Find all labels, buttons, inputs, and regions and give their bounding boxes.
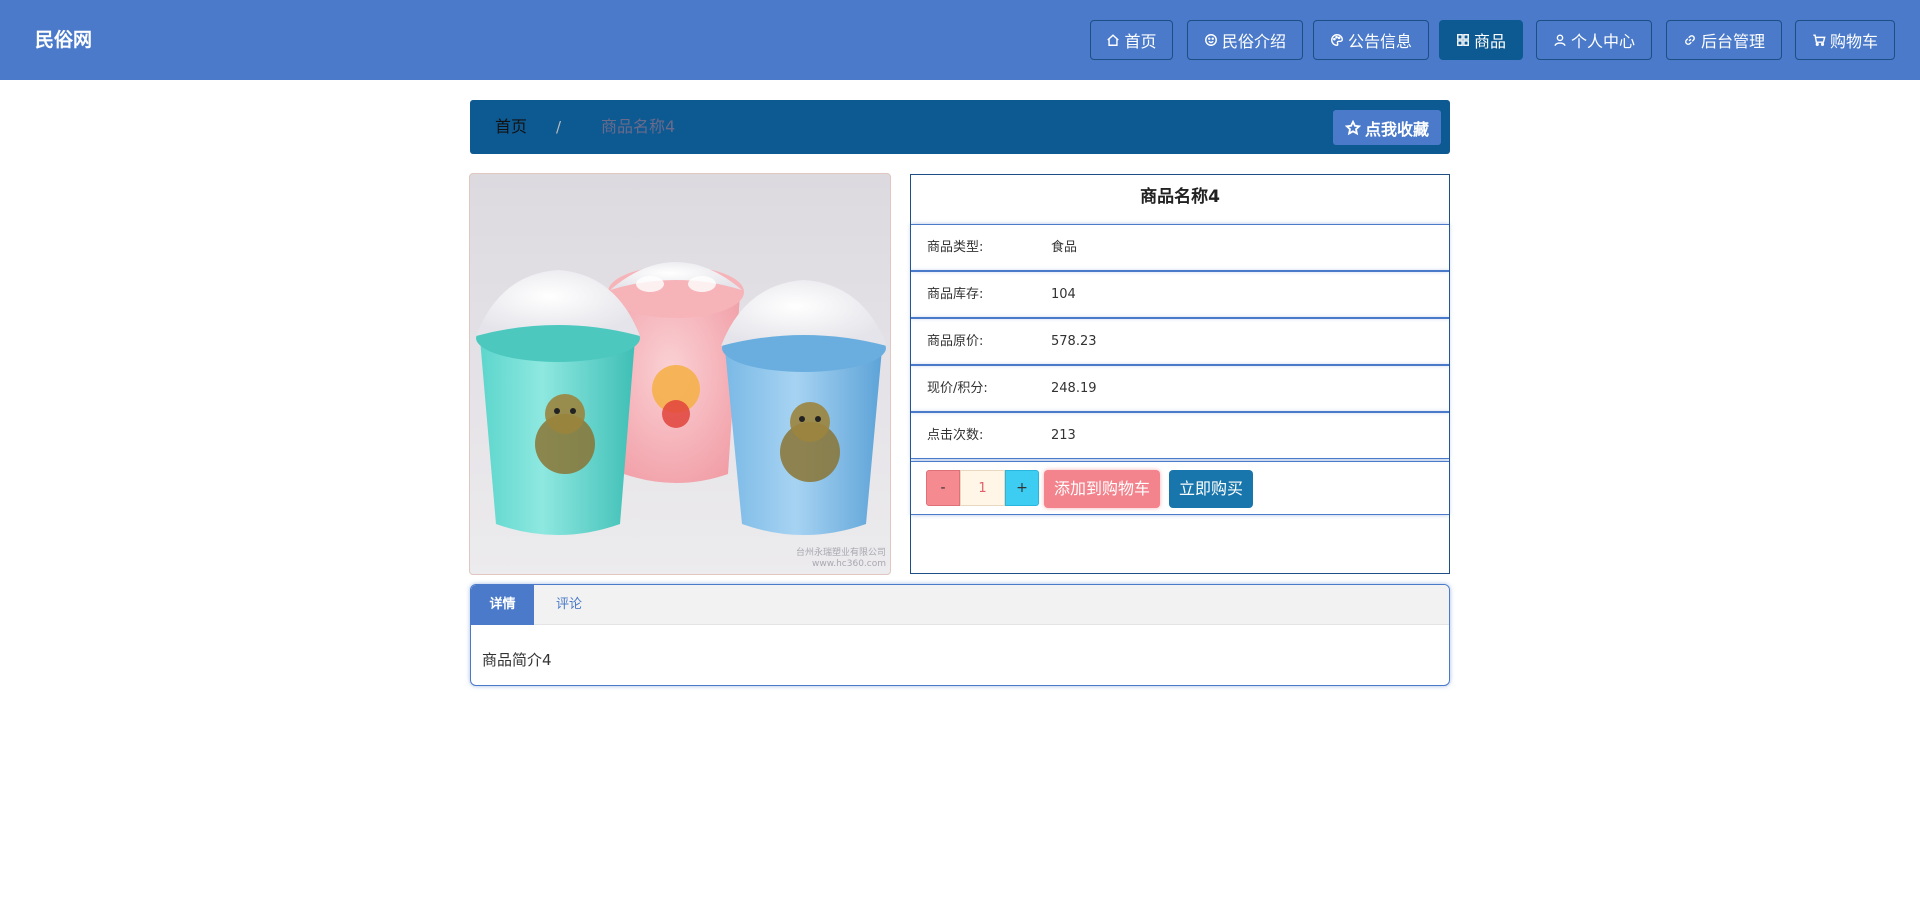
favorite-button-label: 点我收藏 bbox=[1364, 119, 1429, 139]
nav-admin-label: 后台管理 bbox=[1700, 32, 1765, 51]
site-brand[interactable]: 民俗网 bbox=[35, 0, 92, 80]
purchase-actions: - + 添加到购物车 立即购买 bbox=[911, 461, 1449, 515]
info-row-original-price: 商品原价: 578.23 bbox=[911, 318, 1449, 365]
info-row-current-price: 现价/积分: 248.19 bbox=[911, 365, 1449, 412]
info-row-clicks: 点击次数: 213 bbox=[911, 412, 1449, 459]
breadcrumb: 首页 / 商品名称4 点我收藏 bbox=[470, 100, 1450, 154]
cart-icon bbox=[1813, 34, 1826, 46]
grid-icon bbox=[1457, 34, 1469, 46]
nav-folk-intro-button[interactable]: 民俗介绍 bbox=[1187, 20, 1303, 60]
user-icon bbox=[1554, 34, 1566, 46]
nav-folk-intro-label: 民俗介绍 bbox=[1221, 32, 1286, 51]
info-value-type: 食品 bbox=[1051, 240, 1078, 255]
info-label-stock: 商品库存: bbox=[927, 287, 984, 302]
tab-header: 详情 评论 bbox=[471, 585, 1449, 625]
info-row-type: 商品类型: 食品 bbox=[911, 224, 1449, 271]
nav-announcements-label: 公告信息 bbox=[1347, 32, 1412, 51]
buy-now-button[interactable]: 立即购买 bbox=[1169, 470, 1253, 508]
star-icon bbox=[1344, 119, 1361, 135]
nav-personal-center-button[interactable]: 个人中心 bbox=[1536, 20, 1652, 60]
nav-home-label: 首页 bbox=[1124, 32, 1157, 51]
nav-home-button[interactable]: 首页 bbox=[1090, 20, 1173, 60]
nav-products-button[interactable]: 商品 bbox=[1439, 20, 1523, 60]
info-value-clicks: 213 bbox=[1051, 428, 1076, 443]
quantity-input[interactable] bbox=[960, 470, 1005, 506]
top-navbar: 民俗网 首页 民俗介绍 公告信息 商品 个人中心 后台管理 购物车 bbox=[0, 0, 1920, 80]
home-icon bbox=[1107, 34, 1120, 46]
info-label-clicks: 点击次数: bbox=[927, 428, 984, 443]
favorite-button[interactable]: 点我收藏 bbox=[1332, 110, 1441, 145]
tab-comments[interactable]: 评论 bbox=[534, 585, 604, 625]
watermark-line1: 台州永瑞塑业有限公司 bbox=[795, 548, 886, 558]
breadcrumb-home-link[interactable]: 首页 bbox=[495, 100, 527, 154]
nav-products-label: 商品 bbox=[1473, 32, 1506, 51]
palette-icon bbox=[1331, 34, 1343, 46]
nav-cart-button[interactable]: 购物车 bbox=[1795, 20, 1895, 60]
tab-details[interactable]: 详情 bbox=[471, 585, 534, 625]
quantity-decrement-button[interactable]: - bbox=[926, 470, 960, 506]
nav-personal-center-label: 个人中心 bbox=[1570, 32, 1635, 51]
nav-admin-button[interactable]: 后台管理 bbox=[1666, 20, 1782, 60]
watermark-line2: www.hc360.com bbox=[811, 559, 886, 569]
info-label-type: 商品类型: bbox=[927, 240, 984, 255]
info-value-current-price: 248.19 bbox=[1051, 381, 1097, 396]
link-icon bbox=[1685, 35, 1695, 45]
breadcrumb-current: 商品名称4 bbox=[601, 117, 676, 136]
product-title: 商品名称4 bbox=[1140, 187, 1220, 207]
info-label-original-price: 商品原价: bbox=[927, 334, 984, 349]
product-image: 台州永瑞塑业有限公司 www.hc360.com bbox=[469, 173, 891, 575]
info-row-stock: 商品库存: 104 bbox=[911, 271, 1449, 318]
nav-announcements-button[interactable]: 公告信息 bbox=[1313, 20, 1429, 60]
info-value-original-price: 578.23 bbox=[1051, 334, 1097, 349]
tab-details-content: 商品简介4 bbox=[482, 651, 552, 669]
breadcrumb-separator: / bbox=[556, 118, 562, 136]
add-to-cart-button[interactable]: 添加到购物车 bbox=[1044, 470, 1160, 508]
nav-cart-label: 购物车 bbox=[1829, 32, 1878, 51]
product-photo-trash-cans bbox=[476, 262, 887, 535]
product-info-panel: 商品名称4 商品类型: 食品 商品库存: 104 商品原价: 578.23 现价… bbox=[910, 174, 1450, 574]
product-tabs: 详情 评论 商品简介4 bbox=[470, 584, 1450, 686]
quantity-increment-button[interactable]: + bbox=[1005, 470, 1039, 506]
smile-icon bbox=[1205, 34, 1217, 46]
info-value-stock: 104 bbox=[1051, 287, 1076, 302]
image-watermark: 台州永瑞塑业有限公司 www.hc360.com bbox=[796, 548, 886, 570]
info-label-current-price: 现价/积分: bbox=[927, 381, 988, 396]
